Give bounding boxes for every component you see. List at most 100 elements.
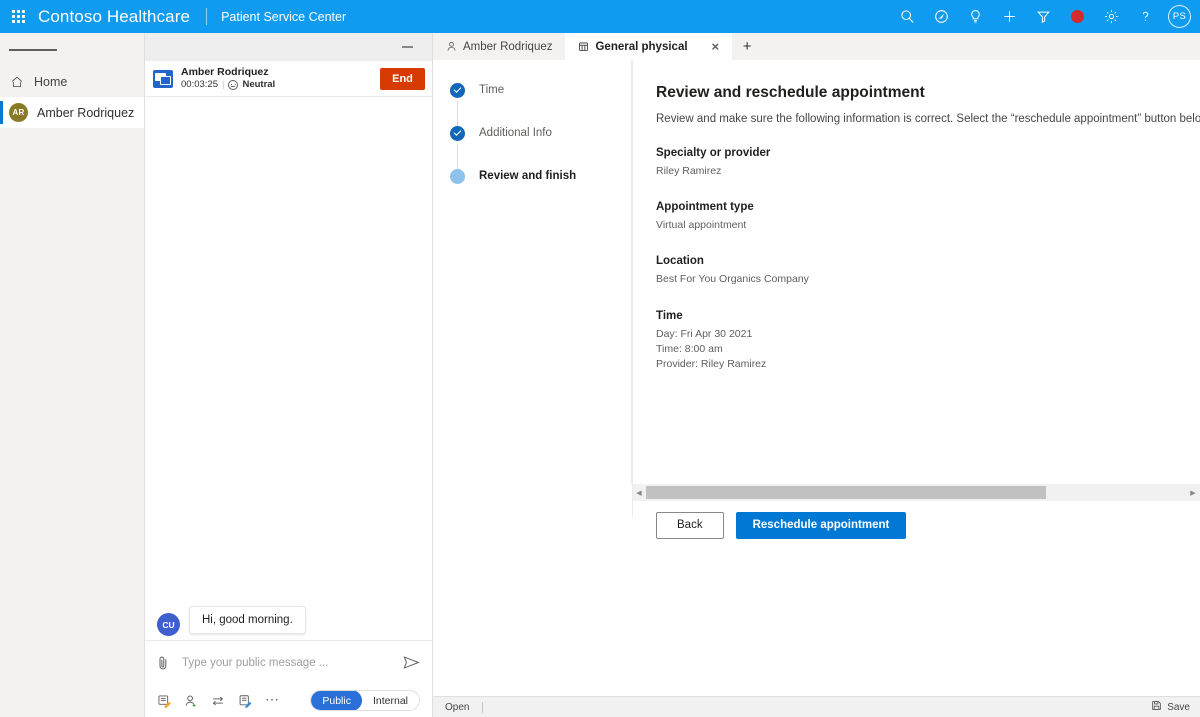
assistant-icon[interactable]: [924, 0, 958, 33]
message-input[interactable]: [182, 656, 391, 669]
hamburger-icon[interactable]: [0, 33, 144, 67]
filter-icon[interactable]: [1026, 0, 1060, 33]
conversation-substatus: 00:03:25 | Neutral: [181, 79, 372, 91]
field-label: Specialty or provider: [656, 147, 771, 159]
chat-session-icon: [153, 69, 173, 88]
settings-gear-icon[interactable]: [1094, 0, 1128, 33]
step-additional-info[interactable]: Additional Info: [433, 122, 631, 144]
paperclip-icon[interactable]: [156, 655, 170, 671]
end-conversation-button[interactable]: End: [380, 67, 425, 90]
close-icon[interactable]: ×: [712, 40, 720, 53]
message-composer: ⋯ Public Internal: [145, 640, 432, 717]
avatar: CU: [157, 613, 180, 636]
save-disk-icon: [1151, 700, 1162, 714]
lightbulb-icon[interactable]: [958, 0, 992, 33]
neutral-face-icon: [228, 80, 239, 91]
sidebar-item-amber-rodriquez[interactable]: AR Amber Rodriquez: [0, 97, 144, 128]
page-description: Review and make sure the following infor…: [656, 113, 1200, 125]
page-title: Review and reschedule appointment: [656, 84, 925, 101]
note-icon[interactable]: [238, 694, 252, 708]
divider: [482, 701, 484, 713]
wizard-stepper: Time Additional Info Review and finish: [433, 60, 632, 484]
transfer-icon[interactable]: [211, 694, 225, 708]
add-agent-icon[interactable]: [184, 694, 198, 708]
step-label: Time: [479, 84, 505, 96]
scrollbar-track[interactable]: [646, 484, 1186, 501]
separator: |: [221, 79, 225, 91]
step-time[interactable]: Time: [433, 79, 631, 101]
reschedule-appointment-button[interactable]: Reschedule appointment: [735, 511, 907, 539]
conversation-customer-name: Amber Rodriquez: [181, 66, 269, 78]
conversation-timer: 00:03:25: [181, 79, 218, 91]
help-icon[interactable]: [1128, 0, 1162, 33]
panel-divider: [632, 60, 633, 517]
tab-amber-rodriquez[interactable]: Amber Rodriquez: [433, 33, 566, 60]
brand-divider: [206, 8, 208, 25]
field-specialty-or-provider: Specialty or provider Riley Ramirez: [656, 147, 1200, 179]
send-icon[interactable]: [403, 655, 420, 670]
app-header: Contoso Healthcare Patient Service Cente…: [0, 0, 1200, 33]
message-bubble: Hi, good morning.: [189, 606, 306, 634]
sidebar-item-label: Home: [34, 75, 68, 89]
field-appointment-type: Appointment type Virtual appointment: [656, 201, 1200, 233]
add-icon[interactable]: [992, 0, 1026, 33]
field-value: Virtual appointment: [656, 219, 747, 232]
workspace-content: Time Additional Info Review and finish R…: [433, 60, 1200, 717]
step-review-and-finish[interactable]: Review and finish: [433, 165, 631, 187]
horizontal-scrollbar[interactable]: ◀ ▶: [632, 484, 1200, 501]
back-button[interactable]: Back: [656, 511, 724, 539]
record-state: Open: [445, 701, 470, 713]
calendar-icon: [578, 41, 589, 52]
person-icon: [446, 41, 457, 52]
message-list: CU Hi, good morning. Customer - 10:22 AM: [145, 97, 432, 668]
tab-strip: Amber Rodriquez General physical × +: [433, 33, 1200, 60]
step-label: Review and finish: [479, 170, 577, 182]
quick-reply-icon[interactable]: [157, 694, 171, 708]
step-complete-icon: [450, 82, 465, 98]
field-label: Location: [656, 255, 704, 268]
step-complete-icon: [450, 125, 465, 141]
save-button[interactable]: Save: [1151, 700, 1190, 714]
search-icon[interactable]: [890, 0, 924, 33]
app-brand-title: Contoso Healthcare: [38, 6, 191, 26]
sentiment-label: Neutral: [242, 79, 276, 91]
field-value: Best For You Organics Company: [656, 273, 809, 286]
conversation-panel: Amber Rodriquez 00:03:25 | Neutral End C…: [145, 33, 433, 717]
sidebar: Home AR Amber Rodriquez: [0, 33, 145, 717]
sidebar-item-home[interactable]: Home: [0, 67, 144, 97]
review-panel: Review and reschedule appointment Review…: [632, 60, 1200, 484]
main-workspace: Amber Rodriquez General physical × + Tim…: [433, 33, 1200, 717]
user-avatar[interactable]: PS: [1168, 5, 1191, 28]
composer-toolbar: ⋯ Public Internal: [145, 684, 432, 717]
field-label: Time: [656, 309, 683, 322]
scroll-right-arrow-icon[interactable]: ▶: [1186, 484, 1200, 501]
tab-label: Amber Rodriquez: [463, 40, 553, 53]
save-label: Save: [1167, 701, 1190, 713]
scrollbar-thumb[interactable]: [646, 486, 1046, 499]
field-label: Appointment type: [656, 201, 754, 214]
avatar: AR: [9, 103, 28, 122]
new-tab-button[interactable]: +: [732, 33, 762, 60]
minimize-icon[interactable]: [394, 34, 420, 60]
more-options-icon[interactable]: ⋯: [265, 692, 280, 706]
home-icon: [9, 75, 25, 89]
record-icon[interactable]: [1060, 0, 1094, 33]
sidebar-item-label: Amber Rodriquez: [37, 105, 135, 120]
conversation-panel-header: [145, 33, 432, 61]
visibility-option-internal[interactable]: Internal: [362, 691, 419, 710]
conversation-details: Amber Rodriquez 00:03:25 | Neutral: [181, 66, 372, 91]
app-launcher-icon[interactable]: [0, 0, 36, 33]
visibility-option-public[interactable]: Public: [311, 691, 362, 710]
app-subtitle: Patient Service Center: [221, 9, 347, 24]
tab-label: General physical: [595, 40, 688, 53]
tab-general-physical[interactable]: General physical ×: [565, 33, 733, 60]
active-conversation-card[interactable]: Amber Rodriquez 00:03:25 | Neutral End: [145, 61, 432, 97]
field-time: Time Day: Fri Apr 30 2021 Time: 8:00 am …: [656, 310, 1200, 373]
scroll-left-arrow-icon[interactable]: ◀: [632, 484, 646, 501]
composer-input-row: [145, 641, 432, 684]
message-visibility-toggle[interactable]: Public Internal: [310, 690, 420, 711]
field-location: Location Best For You Organics Company: [656, 255, 1200, 287]
field-value: Day: Fri Apr 30 2021 Time: 8:00 am Provi…: [656, 327, 767, 371]
status-bar: Open Save: [433, 696, 1200, 717]
field-value: Riley Ramirez: [656, 165, 722, 177]
